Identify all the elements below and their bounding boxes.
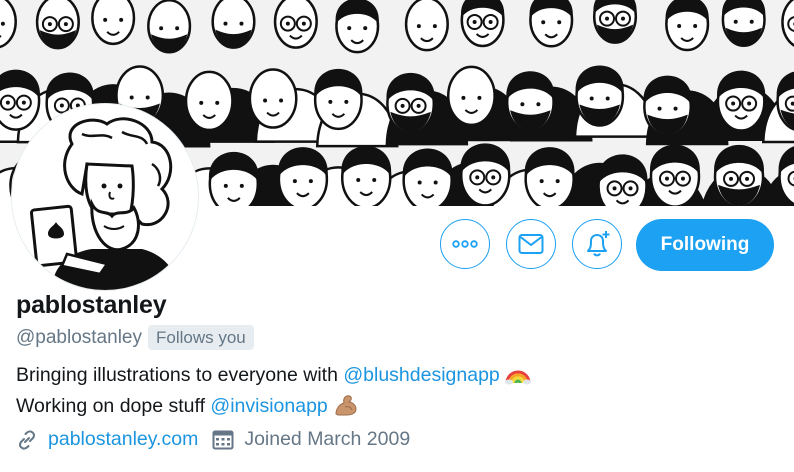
bio-line-1: Bringing illustrations to everyone with … — [16, 362, 532, 393]
more-options-button[interactable] — [440, 219, 490, 269]
mention-link-blushdesignapp[interactable]: @blushdesignapp — [343, 364, 499, 386]
profile-meta-row: pablostanley.com Joined March 2009 — [16, 428, 410, 451]
joined-date: Joined March 2009 — [244, 428, 411, 450]
bell-plus-icon — [587, 231, 610, 257]
flexed-biceps-emoji — [333, 394, 359, 424]
more-options-icon — [452, 240, 478, 248]
link-icon — [16, 429, 38, 451]
website-link[interactable]: pablostanley.com — [48, 428, 198, 451]
calendar-icon — [212, 429, 234, 451]
message-button[interactable] — [506, 219, 556, 269]
profile-handle: @pablostanley — [16, 326, 142, 348]
handle-row: @pablostanley Follows you — [16, 325, 254, 350]
profile-avatar[interactable] — [12, 104, 198, 290]
profile-bio: Bringing illustrations to everyone with … — [16, 362, 532, 424]
bio-text-1: Bringing illustrations to everyone with — [16, 364, 344, 386]
mention-link-invisionapp[interactable]: @invisionapp — [210, 395, 327, 417]
avatar-illustration — [12, 104, 198, 290]
profile-display-name: pablostanley — [16, 291, 167, 319]
rainbow-emoji — [505, 363, 532, 393]
envelope-icon — [518, 234, 544, 254]
following-button[interactable]: Following — [636, 219, 774, 271]
bio-text-2: Working on dope stuff — [16, 395, 211, 417]
follows-you-badge: Follows you — [147, 325, 254, 350]
bio-line-2: Working on dope stuff @invisionapp — [16, 393, 531, 424]
notifications-button[interactable] — [572, 219, 622, 269]
